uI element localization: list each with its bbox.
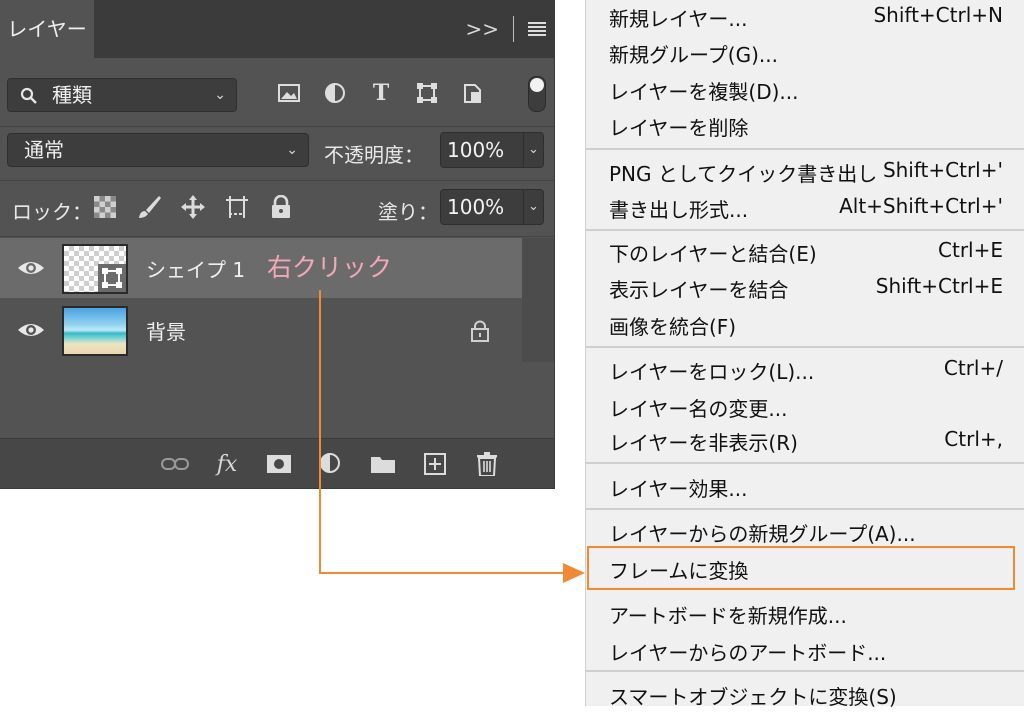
blend-mode-value: 通常 [24,138,64,162]
blend-mode-select[interactable]: 通常 ⌄ [7,133,309,167]
lock-transparent-pixels-icon[interactable] [90,192,120,222]
shape-layer-icon [98,264,126,292]
chevron-down-icon: ⌄ [214,87,226,103]
menu-separator [586,670,1024,672]
new-layer-icon[interactable] [418,449,452,479]
opacity-label: 不透明度： [324,143,424,167]
fx-icon[interactable]: fx [210,449,244,479]
menu-item-hide-layers[interactable]: レイヤーを非表示(R) Ctrl+, [586,423,1024,459]
layer-thumbnail [62,244,128,294]
layer-name[interactable]: シェイプ 1 [146,254,245,283]
filter-type-select[interactable]: 種類 ⌄ [7,78,237,112]
menu-separator [586,346,1024,348]
menu-item-new-group-from-layers[interactable]: レイヤーからの新規グループ(A)... [586,514,1024,550]
menu-separator [586,229,1024,231]
opacity-field[interactable]: 100% ⌄ [440,132,544,168]
adjustment-layer-icon[interactable] [314,449,348,479]
menu-item-merge-down[interactable]: 下のレイヤーと結合(E) Ctrl+E [586,234,1024,270]
annotation-right-click: 右クリック [267,253,393,282]
lock-position-icon[interactable] [178,192,208,222]
menu-item-new-layer[interactable]: 新規レイヤー... Shift+Ctrl+N [586,0,1024,35]
menu-separator [586,462,1024,464]
type-filter-icon[interactable]: T [367,78,395,108]
add-mask-icon[interactable] [262,449,296,479]
smart-object-filter-icon[interactable] [459,78,487,108]
lock-label: ロック： [12,200,92,224]
menu-separator [586,508,1024,510]
filter-row: 種類 ⌄ T [0,76,554,116]
layer-row-background[interactable]: 背景 [0,300,522,360]
menu-item-new-group[interactable]: 新規グループ(G)... [586,35,1024,71]
menu-separator [586,148,1024,150]
divider [0,236,554,237]
menu-item-rename-layer[interactable]: レイヤー名の変更... [586,389,1024,425]
menu-item-merge-visible[interactable]: 表示レイヤーを結合 Shift+Ctrl+E [586,270,1024,306]
expand-icon[interactable]: >> [465,17,499,41]
chevron-down-icon[interactable]: ⌄ [524,190,543,224]
link-layers-icon[interactable] [158,449,192,479]
menu-item-lock-layers[interactable]: レイヤーをロック(L)... Ctrl+/ [586,352,1024,388]
panel-bottom-bar: fx [0,438,554,488]
lock-icon [471,320,489,342]
fill-field[interactable]: 100% ⌄ [440,189,544,225]
chevron-down-icon: ⌄ [286,142,298,158]
divider [0,126,554,127]
context-menu: 新規レイヤー... Shift+Ctrl+N 新規グループ(G)... レイヤー… [585,0,1024,709]
eye-icon[interactable] [16,318,46,342]
search-icon [20,87,37,104]
menu-item-artboard-from-layers[interactable]: レイヤーからのアートボード... [586,633,1024,669]
menu-item-convert-to-smart-object[interactable]: スマートオブジェクトに変換(S) [586,677,1024,713]
layers-panel: レイヤー >> 種類 ⌄ T 通常 ⌄ 不透明度： 100% ⌄ ロック： 塗り… [0,0,555,489]
divider [0,180,554,181]
chevron-down-icon[interactable]: ⌄ [524,133,543,167]
highlight-box [587,546,1015,590]
lock-artboard-icon[interactable] [222,192,252,222]
lock-image-pixels-icon[interactable] [134,192,164,222]
divider [513,16,514,42]
filter-type-label: 種類 [52,83,92,107]
adjustment-filter-icon[interactable] [321,78,349,108]
folder-icon[interactable] [366,449,400,479]
menu-item-quick-export-png[interactable]: PNG としてクイック書き出し Shift+Ctrl+' [586,154,1024,190]
menu-item-new-artboard[interactable]: アートボードを新規作成... [586,596,1024,632]
opacity-value[interactable]: 100% [441,133,524,167]
tab-layers[interactable]: レイヤー [0,0,94,58]
trash-icon[interactable] [470,449,504,479]
layer-row-shape1[interactable]: シェイプ 1 右クリック [0,238,522,298]
eye-icon[interactable] [16,256,46,280]
menu-item-flatten-image[interactable]: 画像を統合(F) [586,307,1024,343]
panel-menu-icon[interactable] [528,22,546,36]
panel-tab-bar: レイヤー >> [0,0,554,58]
fill-label: 塗り： [378,200,438,224]
menu-item-delete-layer[interactable]: レイヤーを削除 [586,108,1024,144]
layer-thumbnail [62,306,128,356]
menu-item-duplicate-layer[interactable]: レイヤーを複製(D)... [586,72,1024,108]
fill-value[interactable]: 100% [441,190,524,224]
image-filter-icon[interactable] [275,78,303,108]
filter-toggle[interactable] [528,76,546,112]
layer-name[interactable]: 背景 [146,316,186,345]
lock-all-icon[interactable] [266,192,296,222]
scrollbar[interactable] [522,238,554,362]
shape-filter-icon[interactable] [413,78,441,108]
menu-item-export-as[interactable]: 書き出し形式... Alt+Shift+Ctrl+' [586,190,1024,226]
menu-item-layer-effects[interactable]: レイヤー効果... [586,469,1024,505]
